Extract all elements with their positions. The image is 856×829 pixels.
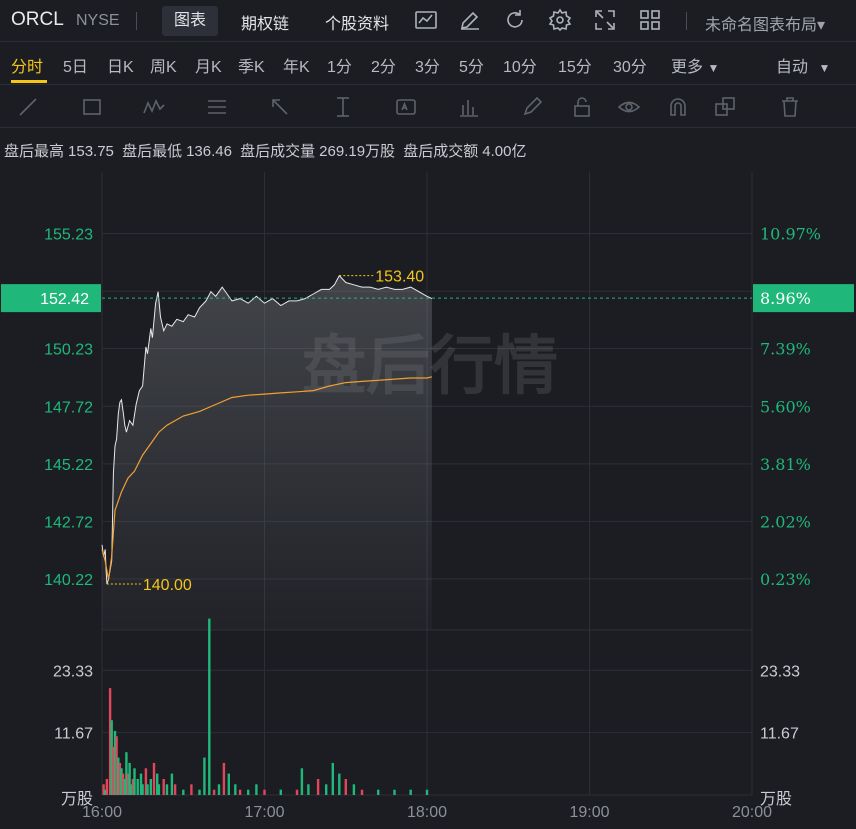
volume-bar (352, 784, 356, 795)
volume-bar (105, 779, 109, 795)
y-tick-left: 150.23 (44, 342, 93, 359)
volume-bar (170, 773, 174, 795)
volume-bar (247, 789, 250, 795)
volume-bar (133, 768, 136, 795)
volume-bar (393, 789, 396, 795)
volume-bar (234, 784, 237, 795)
current-pct-label: 8.96% (760, 289, 811, 308)
y-tick-left: 155.23 (44, 226, 93, 243)
volume-bar (157, 784, 161, 795)
volume-bar (344, 779, 347, 795)
min-price-label: 140.00 (143, 577, 192, 594)
volume-bar (222, 762, 226, 795)
volume-bar (141, 784, 144, 795)
y-tick-left: 142.72 (44, 514, 93, 531)
volume-bar (307, 784, 310, 795)
volume-bar (263, 789, 266, 795)
volume-bar (152, 762, 156, 795)
volume-bar (162, 779, 165, 795)
volume-bar (212, 789, 216, 795)
y-tick-left: 140.22 (44, 572, 93, 589)
y-tick-left: 145.22 (44, 457, 93, 474)
volume-bar (325, 784, 328, 795)
x-tick-label: 20:00 (732, 804, 772, 821)
x-tick-label: 16:00 (82, 804, 122, 821)
volume-bar (149, 779, 152, 795)
max-price-label: 153.40 (375, 269, 424, 286)
volume-bar (146, 784, 149, 795)
volume-bar (409, 789, 412, 795)
volume-bar (295, 789, 299, 795)
volume-bar (255, 784, 258, 795)
volume-bar (217, 784, 221, 795)
volume-bar (316, 779, 320, 795)
y-tick-right: 3.81% (760, 455, 811, 474)
y-tick-right: 5.60% (760, 397, 811, 416)
volume-bar (165, 784, 169, 795)
volume-bar (425, 789, 429, 795)
volume-bar (331, 762, 334, 795)
y-tick-right: 10.97% (760, 224, 821, 243)
y-tick-left: 147.72 (44, 399, 93, 416)
x-tick-label: 17:00 (244, 804, 284, 821)
volume-bar (208, 618, 211, 795)
volume-bar (227, 773, 230, 795)
volume-bar (190, 784, 193, 795)
intraday-chart[interactable]: 盘后行情152.428.96%153.40140.00155.2310.97%1… (0, 0, 856, 829)
volume-tick-right: 23.33 (760, 663, 800, 680)
volume-bar (182, 789, 185, 795)
volume-tick-left: 23.33 (53, 663, 93, 680)
volume-bar (203, 757, 206, 795)
volume-bar (238, 789, 242, 795)
x-tick-label: 19:00 (569, 804, 609, 821)
volume-bar (300, 768, 304, 795)
y-tick-right: 2.02% (760, 512, 811, 531)
volume-bar (279, 789, 282, 795)
volume-bar (198, 789, 201, 795)
volume-tick-right: 11.67 (760, 726, 799, 743)
x-tick-label: 18:00 (407, 804, 447, 821)
volume-bar (360, 789, 364, 795)
volume-tick-left: 11.67 (54, 726, 93, 743)
y-tick-right: 0.23% (760, 570, 811, 589)
y-tick-right: 7.39% (760, 340, 811, 359)
volume-bar (338, 773, 341, 795)
volume-bar (136, 779, 139, 795)
volume-bar (173, 784, 177, 795)
volume-bar (377, 789, 380, 795)
current-price-label: 152.42 (40, 291, 89, 308)
